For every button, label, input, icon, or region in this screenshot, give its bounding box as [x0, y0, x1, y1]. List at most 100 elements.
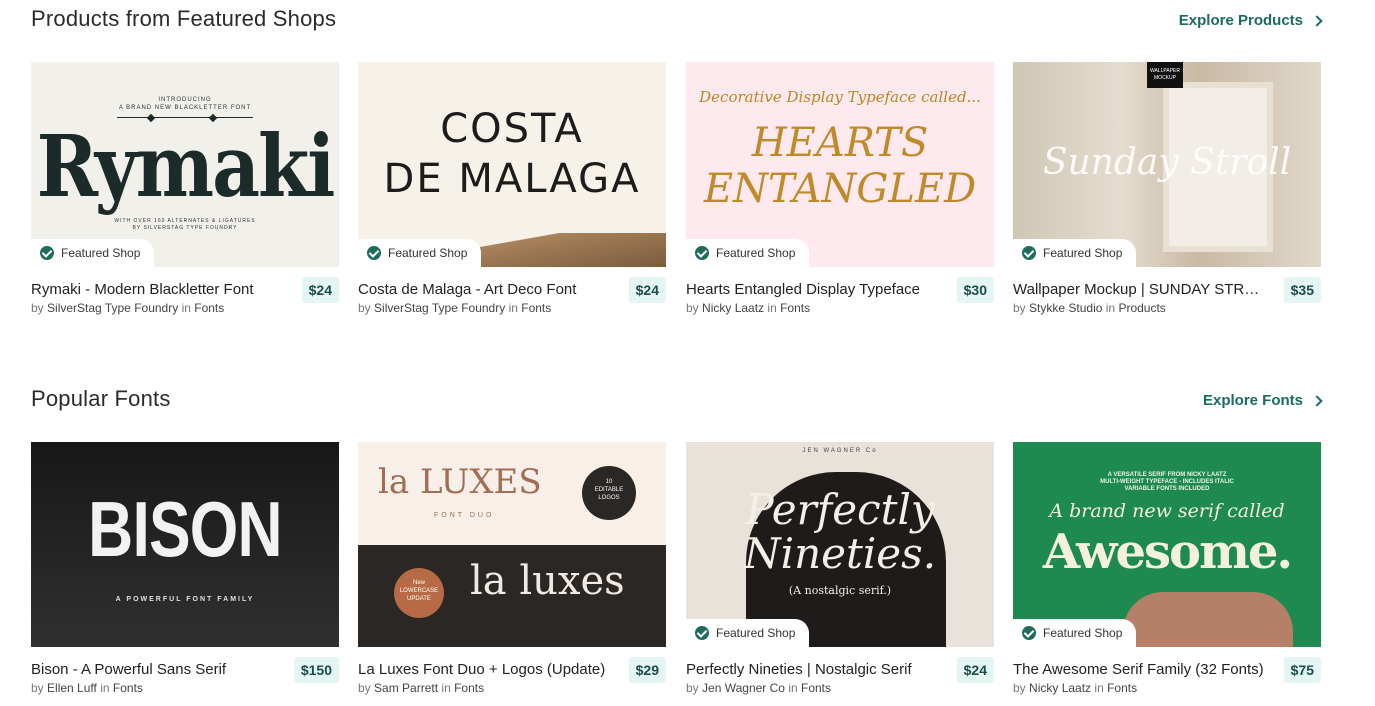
thumbnail-caption: FONT DUO [434, 512, 495, 519]
section-title: Products from Featured Shops [31, 6, 337, 31]
in-label: in [1094, 681, 1104, 695]
thumbnail-title: Rymaki [36, 117, 336, 217]
thumbnail-title: Sunday Stroll [1042, 142, 1292, 183]
product-byline: by Sam Parrett in Fonts [358, 681, 484, 695]
thumbnail-tagline: Decorative Display Typeface called... [699, 88, 981, 106]
product-thumbnail[interactable]: WALLPAPER MOCKUP Sunday Stroll Featured … [1013, 62, 1321, 267]
product-info: Hearts Entangled Display Typeface $30 by… [686, 267, 994, 325]
product-card[interactable]: JEN WAGNER Co Perfectly Nineties. (A nos… [686, 442, 994, 705]
chevron-right-icon [1311, 394, 1323, 407]
product-info: Perfectly Nineties | Nostalgic Serif $24… [686, 647, 994, 705]
thumbnail-title: Perfectly Nineties. [743, 485, 937, 578]
price-tag: $24 [956, 657, 994, 683]
price-tag: $150 [293, 657, 339, 683]
price-tag: $24 [301, 277, 339, 303]
explore-label: Explore Products [1178, 12, 1303, 29]
verified-check-icon [1022, 626, 1036, 640]
thumbnail-title-alt: la luxes [470, 558, 625, 604]
category-link[interactable]: Fonts [801, 681, 831, 695]
in-label: in [1105, 301, 1116, 315]
author-link[interactable]: Jen Wagner Co [702, 681, 785, 695]
product-grid: INTRODUCING A BRAND NEW BLACKLETTER FONT… [31, 62, 1321, 332]
product-card[interactable]: Decorative Display Typeface called... HE… [686, 62, 994, 325]
author-link[interactable]: Stykke Studio [1029, 301, 1102, 315]
author-link[interactable]: Nicky Laatz [1029, 681, 1091, 695]
logos-badge: 10 EDITABLE LOGOS [582, 466, 636, 520]
product-info: The Awesome Serif Family (32 Fonts) $75 … [1013, 647, 1321, 705]
category-link[interactable]: Fonts [521, 301, 551, 315]
product-title[interactable]: Perfectly Nineties | Nostalgic Serif [686, 661, 941, 678]
thumbnail-tagline: INTRODUCING A BRAND NEW BLACKLETTER FONT [118, 97, 252, 111]
product-byline: by Nicky Laatz in Fonts [686, 301, 810, 315]
product-title[interactable]: Hearts Entangled Display Typeface [686, 281, 941, 298]
category-link[interactable]: Fonts [113, 681, 143, 695]
product-thumbnail[interactable]: A VERSATILE SERIF FROM NICKY LAATZ MULTI… [1013, 442, 1321, 647]
category-link[interactable]: Fonts [454, 681, 484, 695]
product-thumbnail[interactable]: Decorative Display Typeface called... HE… [686, 62, 994, 267]
badge-label: Featured Shop [1043, 626, 1123, 640]
featured-shop-badge: Featured Shop [686, 619, 810, 647]
product-card[interactable]: la LUXES FONT DUO 10 EDITABLE LOGOS New … [358, 442, 666, 705]
featured-shop-badge: Featured Shop [1013, 619, 1137, 647]
thumbnail-title: BISON [88, 485, 282, 573]
product-byline: by Stykke Studio in Products [1013, 301, 1166, 315]
product-info: Wallpaper Mockup | SUNDAY STROLL $35 by … [1013, 267, 1321, 325]
product-title[interactable]: Costa de Malaga - Art Deco Font [358, 281, 613, 298]
product-title[interactable]: Rymaki - Modern Blackletter Font [31, 281, 286, 298]
in-label: in [788, 681, 798, 695]
product-title[interactable]: La Luxes Font Duo + Logos (Update) [358, 661, 613, 678]
product-title[interactable]: Bison - A Powerful Sans Serif [31, 661, 286, 678]
thumbnail-title-alt: Awesome. [1042, 524, 1293, 580]
product-card[interactable]: BISON A POWERFUL FONT FAMILY Bison - A P… [31, 442, 339, 705]
explore-fonts-link[interactable]: Explore Fonts [1202, 392, 1323, 409]
product-card[interactable]: COSTA DE MALAGA Featured Shop Costa de M… [358, 62, 666, 325]
by-label: by [686, 681, 699, 695]
popular-fonts-section: Popular Fonts Explore Fonts BISON A POWE… [31, 380, 1323, 706]
product-thumbnail[interactable]: JEN WAGNER Co Perfectly Nineties. (A nos… [686, 442, 994, 647]
price-tag: $29 [628, 657, 666, 683]
product-card[interactable]: WALLPAPER MOCKUP Sunday Stroll Featured … [1013, 62, 1321, 325]
thumbnail-label: WALLPAPER MOCKUP [1147, 62, 1183, 88]
author-link[interactable]: Sam Parrett [374, 681, 438, 695]
product-thumbnail[interactable]: la LUXES FONT DUO 10 EDITABLE LOGOS New … [358, 442, 666, 647]
author-link[interactable]: SilverStag Type Foundry [47, 301, 178, 315]
section-header: Products from Featured Shops Explore Pro… [31, 0, 1323, 62]
product-card[interactable]: INTRODUCING A BRAND NEW BLACKLETTER FONT… [31, 62, 339, 325]
badge-label: Featured Shop [1043, 246, 1123, 260]
category-link[interactable]: Products [1118, 301, 1165, 315]
badge-label: Featured Shop [716, 626, 796, 640]
product-thumbnail[interactable]: INTRODUCING A BRAND NEW BLACKLETTER FONT… [31, 62, 339, 267]
product-title[interactable]: Wallpaper Mockup | SUNDAY STROLL [1013, 281, 1268, 298]
product-byline: by Ellen Luff in Fonts [31, 681, 143, 695]
product-byline: by SilverStag Type Foundry in Fonts [31, 301, 224, 315]
category-link[interactable]: Fonts [1107, 681, 1137, 695]
explore-products-link[interactable]: Explore Products [1178, 12, 1323, 29]
by-label: by [358, 301, 371, 315]
by-label: by [1013, 681, 1026, 695]
product-thumbnail[interactable]: COSTA DE MALAGA Featured Shop [358, 62, 666, 267]
price-tag: $75 [1283, 657, 1321, 683]
explore-label: Explore Fonts [1202, 392, 1303, 409]
author-link[interactable]: Ellen Luff [47, 681, 97, 695]
in-label: in [441, 681, 451, 695]
verified-check-icon [695, 626, 709, 640]
section-header: Popular Fonts Explore Fonts [31, 380, 1323, 442]
product-thumbnail[interactable]: BISON A POWERFUL FONT FAMILY [31, 442, 339, 647]
featured-shops-section: Products from Featured Shops Explore Pro… [31, 0, 1323, 332]
product-title[interactable]: The Awesome Serif Family (32 Fonts) [1013, 661, 1268, 678]
product-byline: by SilverStag Type Foundry in Fonts [358, 301, 551, 315]
category-link[interactable]: Fonts [194, 301, 224, 315]
author-link[interactable]: SilverStag Type Foundry [374, 301, 505, 315]
featured-shop-badge: Featured Shop [31, 239, 155, 267]
verified-check-icon [1022, 246, 1036, 260]
thumbnail-caption: A POWERFUL FONT FAMILY [115, 596, 255, 603]
product-card[interactable]: A VERSATILE SERIF FROM NICKY LAATZ MULTI… [1013, 442, 1321, 705]
product-info: La Luxes Font Duo + Logos (Update) $29 b… [358, 647, 666, 705]
author-link[interactable]: Nicky Laatz [702, 301, 764, 315]
new-badge: New LOWERCASE UPDATE [394, 568, 444, 618]
thumbnail-title: COSTA DE MALAGA [383, 106, 641, 202]
in-label: in [181, 301, 191, 315]
in-label: in [100, 681, 110, 695]
thumbnail-caption: WITH OVER 160 ALTERNATES & LIGATURES BY … [114, 218, 256, 231]
category-link[interactable]: Fonts [780, 301, 810, 315]
